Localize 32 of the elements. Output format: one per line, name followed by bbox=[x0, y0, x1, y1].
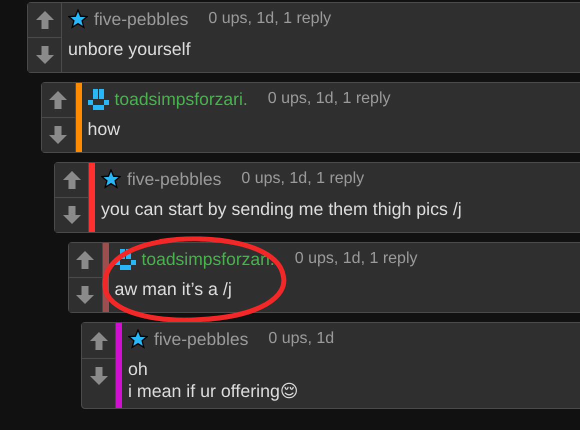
downvote-button[interactable] bbox=[68, 277, 102, 312]
downvote-button[interactable] bbox=[42, 117, 74, 152]
comment-meta: 0 ups, 1d bbox=[268, 330, 334, 348]
comment-meta: 0 ups, 1d, 1 reply bbox=[268, 90, 390, 108]
username-link[interactable]: five-pebbles bbox=[154, 328, 248, 350]
comment-meta: 0 ups, 1d, 1 reply bbox=[294, 250, 418, 268]
down-arrow-icon bbox=[62, 205, 82, 225]
comment-text: aw man it’s a /j bbox=[114, 278, 233, 300]
down-arrow-icon bbox=[88, 366, 108, 386]
comment-meta: 0 ups, 1d, 1 reply bbox=[208, 10, 332, 28]
up-arrow-icon bbox=[75, 250, 95, 270]
downvote-button[interactable] bbox=[55, 197, 88, 232]
comment-text: unbore yourself bbox=[68, 38, 192, 60]
downvote-button[interactable] bbox=[28, 37, 61, 72]
comment-text: you can start by sending me them thigh pics /j bbox=[101, 198, 462, 220]
comment-text: oh i mean if ur offering😌 bbox=[128, 358, 300, 402]
comment-text: how bbox=[88, 118, 122, 140]
down-arrow-icon bbox=[48, 125, 68, 145]
down-arrow-icon bbox=[34, 45, 54, 65]
up-arrow-icon bbox=[62, 170, 82, 190]
star-icon bbox=[101, 169, 121, 189]
comment-meta: 0 ups, 1d, 1 reply bbox=[241, 170, 364, 188]
username-link[interactable]: toadsimpsforzari. bbox=[114, 88, 248, 110]
username-link[interactable]: five-pebbles bbox=[127, 168, 222, 190]
star-icon bbox=[68, 9, 88, 29]
username-link[interactable]: five-pebbles bbox=[94, 8, 188, 30]
up-arrow-icon bbox=[88, 330, 108, 350]
down-arrow-icon bbox=[75, 285, 95, 305]
username-link[interactable]: toadsimpsforzari. bbox=[142, 248, 275, 270]
star-icon bbox=[128, 329, 148, 349]
up-arrow-icon bbox=[34, 10, 54, 30]
up-arrow-icon bbox=[48, 90, 68, 110]
